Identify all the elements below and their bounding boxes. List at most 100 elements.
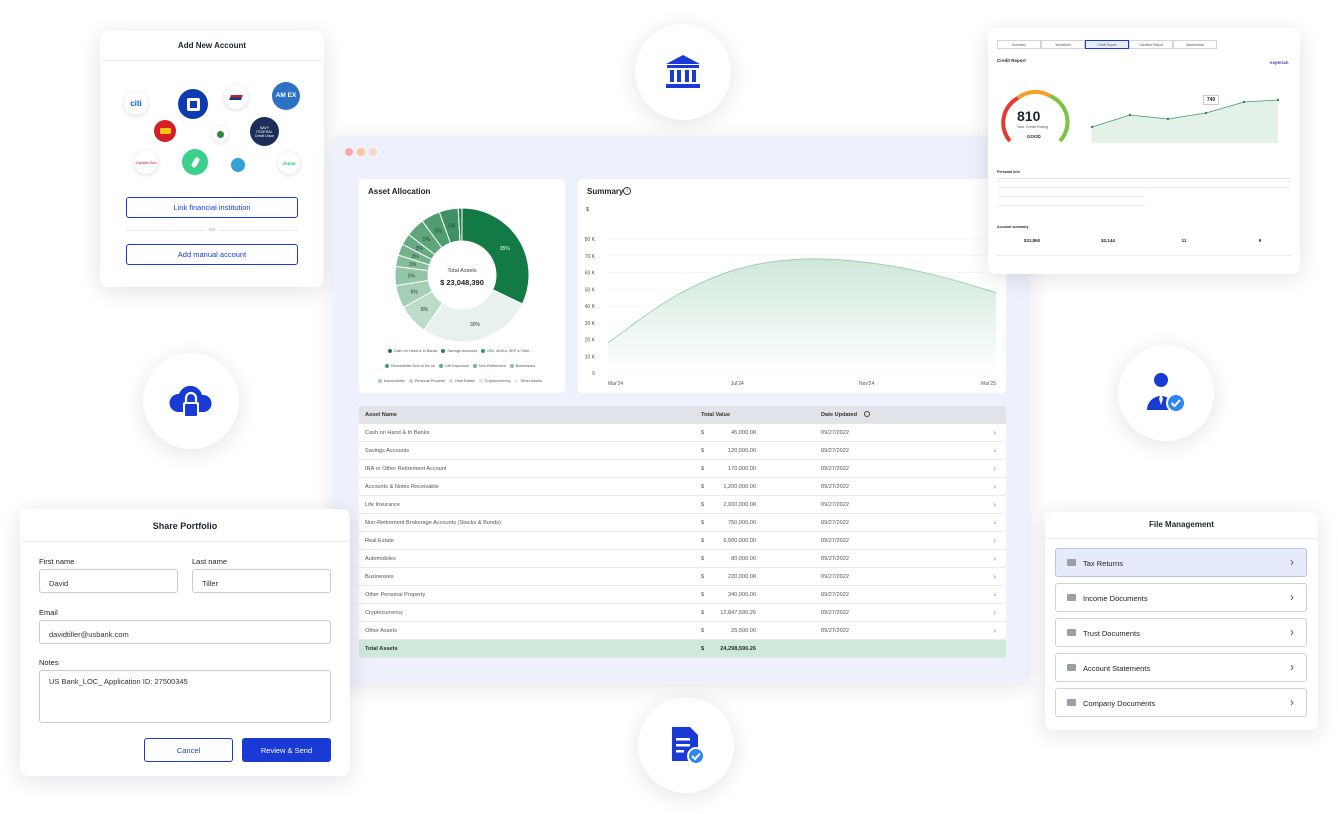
table-row[interactable]: Other Assets $25,500.00 09/27/2022 › — [359, 622, 1006, 640]
legend-item[interactable]: Businesses — [509, 364, 535, 368]
file-folder-item[interactable]: Company Documents › — [1055, 688, 1307, 717]
robinhood-logo[interactable] — [182, 149, 208, 175]
citi-logo[interactable]: citi — [124, 91, 148, 115]
folder-label: Trust Documents — [1083, 629, 1140, 638]
asset-name: Automobiles — [365, 556, 396, 562]
legend-item[interactable]: Personal Property — [408, 379, 445, 383]
donut-center-label: Total Assets — [447, 268, 477, 274]
chevron-right-icon[interactable]: › — [993, 536, 996, 545]
date-info-icon[interactable] — [864, 411, 870, 417]
chevron-right-icon[interactable]: › — [993, 500, 996, 509]
file-folder-item[interactable]: Trust Documents › — [1055, 618, 1307, 647]
email-input[interactable]: davidtiller@usbank.com — [39, 620, 331, 644]
credit-point[interactable] — [1128, 113, 1132, 117]
credit-score-history-chart — [1090, 98, 1280, 143]
asset-date: 09/27/2022 — [821, 592, 849, 598]
window-dot-red[interactable] — [345, 148, 353, 156]
first-name-label: First name — [39, 557, 75, 566]
chime-logo[interactable]: chime — [278, 152, 300, 174]
chevron-right-icon[interactable]: › — [993, 608, 996, 617]
file-folder-item[interactable]: Account Statements › — [1055, 653, 1307, 682]
table-row[interactable]: Automobiles $80,000.00 09/27/2022 › — [359, 550, 1006, 568]
credit-tab[interactable]: Credit Report — [1085, 40, 1129, 49]
chevron-right-icon[interactable]: › — [993, 590, 996, 599]
credit-tab[interactable]: Worksheet — [1041, 40, 1085, 49]
chevron-right-icon[interactable]: › — [993, 554, 996, 563]
chevron-right-icon[interactable]: › — [993, 464, 996, 473]
donut-slice[interactable] — [423, 289, 524, 343]
review-send-button[interactable]: Review & Send — [242, 738, 331, 762]
bank-of-america-logo[interactable] — [224, 85, 248, 109]
chevron-right-icon[interactable]: › — [993, 572, 996, 581]
credit-point[interactable] — [1204, 111, 1208, 115]
legend-item[interactable]: Real Estate — [449, 379, 475, 383]
credit-tab[interactable]: Cashflow Report — [1129, 40, 1173, 49]
table-row[interactable]: Non-Retirement Brokerage Accounts (Stock… — [359, 514, 1006, 532]
amex-logo[interactable]: AM EX — [272, 82, 300, 110]
asset-value: 80,000.00 — [731, 556, 756, 562]
donut-slice-label: 3% — [412, 254, 420, 260]
chase-logo[interactable] — [178, 89, 208, 119]
asset-value: 170,000.00 — [728, 466, 756, 472]
legend-item[interactable]: Life Insurance — [439, 364, 469, 368]
chevron-right-icon[interactable]: › — [993, 518, 996, 527]
donut-slice-label: 30% — [470, 322, 481, 328]
table-row[interactable]: Life Insurance $2,000,000.00 09/27/2022 › — [359, 496, 1006, 514]
legend-item[interactable]: Savings Accounts — [441, 349, 477, 353]
verified-user-icon — [1147, 373, 1186, 413]
legend-item[interactable]: Non-Retirement — [472, 364, 506, 368]
file-folder-item[interactable]: Income Documents › — [1055, 583, 1307, 612]
donut-slice[interactable] — [461, 207, 530, 305]
header-asset-name[interactable]: Asset Name — [365, 412, 397, 418]
table-row[interactable]: Other Personal Property $340,000.00 09/27/… — [359, 586, 1006, 604]
credit-point[interactable] — [1276, 98, 1280, 102]
legend-item[interactable]: IRA, 401Ks, SEP & Othe... — [481, 349, 532, 353]
credit-tab[interactable]: Attachments — [1173, 40, 1217, 49]
chime-small-logo[interactable] — [231, 158, 245, 172]
legend-item[interactable]: Automobiles — [377, 379, 405, 383]
link-financial-institution-button[interactable]: Link financial institution — [126, 197, 298, 218]
verified-user-icon-circle — [1118, 345, 1214, 441]
credit-point[interactable] — [1090, 125, 1094, 129]
last-name-input[interactable]: Tiller — [192, 569, 331, 593]
legend-item[interactable]: Cash on Hand & In Banks — [387, 349, 438, 353]
chevron-right-icon[interactable]: › — [993, 446, 996, 455]
credit-tab[interactable]: Summary — [997, 40, 1041, 49]
chevron-right-icon: › — [1290, 660, 1294, 674]
legend-item[interactable]: Other Assets — [514, 379, 542, 383]
window-dot-yellow[interactable] — [357, 148, 365, 156]
donut-slice-label: 6% — [411, 289, 419, 295]
table-row[interactable]: Accounts & Notes Receivable $1,200,000.00… — [359, 478, 1006, 496]
wells-fargo-logo[interactable] — [154, 120, 176, 142]
legend-item[interactable]: Receivables Due to No on — [384, 364, 436, 368]
first-name-input[interactable]: David — [39, 569, 178, 593]
currency-symbol: $ — [701, 430, 705, 436]
table-row[interactable]: Cash on Hand & In Banks $45,000.00 09/27/2… — [359, 424, 1006, 442]
file-folder-item[interactable]: Tax Returns › — [1055, 548, 1307, 577]
legend-label: Receivables Due to No on — [390, 364, 436, 368]
header-total-value[interactable]: Total Value — [701, 412, 730, 418]
table-row[interactable]: IRA or Other Retirement Account $170,000.… — [359, 460, 1006, 478]
notes-textarea[interactable]: US Bank_LOC_ Application ID: 27500345 — [39, 670, 331, 723]
credit-point[interactable] — [1166, 117, 1170, 121]
header-date-updated[interactable]: Date Updated — [821, 412, 857, 418]
add-manual-account-button[interactable]: Add manual account — [126, 244, 298, 265]
table-row[interactable]: Real Estate $6,500,000.00 09/27/2022 › — [359, 532, 1006, 550]
cancel-button[interactable]: Cancel — [144, 738, 233, 762]
divider — [100, 60, 324, 61]
capital-one-logo[interactable]: Capital One — [134, 150, 158, 174]
credit-point[interactable] — [1242, 100, 1246, 104]
legend-item[interactable]: Cryptocurrency — [478, 379, 510, 383]
navy-federal-logo[interactable]: NAVY FEDERAL Credit Union — [250, 117, 279, 146]
chevron-right-icon[interactable]: › — [993, 482, 996, 491]
chevron-right-icon[interactable]: › — [993, 626, 996, 635]
table-row[interactable]: Businesses $220,000.00 09/27/2022 › — [359, 568, 1006, 586]
legend-label: Cash on Hand & In Banks — [393, 349, 438, 353]
window-dot-green[interactable] — [369, 148, 377, 156]
chevron-right-icon[interactable]: › — [993, 428, 996, 437]
table-row[interactable]: Cryptocurrency $12,847,590.26 09/27/2022 › — [359, 604, 1006, 622]
cloud-lock-icon — [169, 385, 212, 418]
table-row[interactable]: Savings Accounts $120,500.00 09/27/2022 › — [359, 442, 1006, 460]
td-bank-logo[interactable] — [212, 126, 228, 142]
asset-date: 09/27/2022 — [821, 538, 849, 544]
